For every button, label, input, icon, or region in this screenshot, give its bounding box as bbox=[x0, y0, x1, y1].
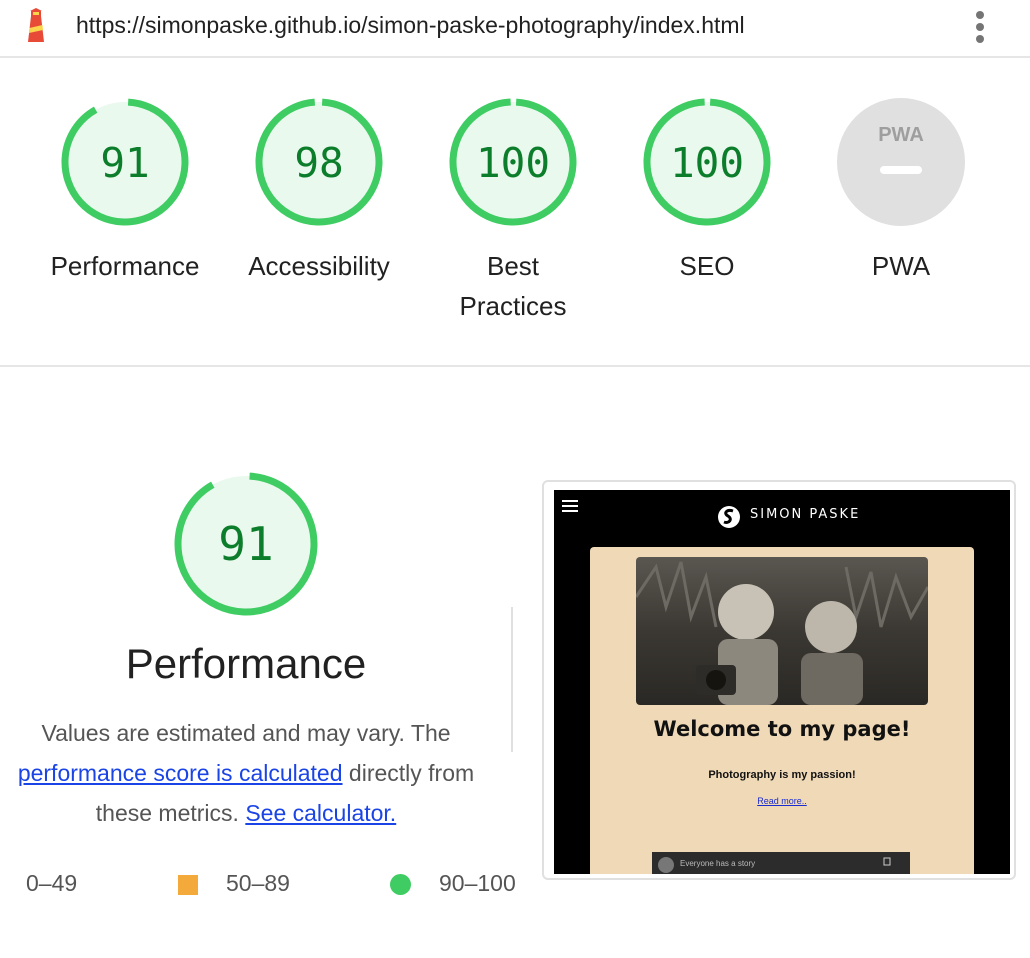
performance-description: Values are estimated and may vary. The p… bbox=[0, 713, 492, 833]
video-title: Everyone has a story bbox=[680, 859, 756, 868]
brand-logo-icon bbox=[718, 506, 740, 528]
score-label: PWA bbox=[871, 251, 931, 281]
final-screenshot[interactable]: SIMON PASKE Welcome to my page! Photogra… bbox=[542, 480, 1016, 880]
score-label: SEO bbox=[679, 251, 735, 281]
section-divider bbox=[0, 365, 1030, 367]
legend-pass: 90–100 bbox=[439, 870, 516, 896]
score-ring: 98 bbox=[255, 98, 383, 226]
score-value: 100 bbox=[670, 139, 744, 187]
average-square-icon bbox=[178, 875, 198, 895]
score-value: 100 bbox=[476, 139, 550, 187]
gauge-accessibility[interactable]: 98 Accessibility bbox=[224, 96, 414, 286]
performance-gauge-large: 91 bbox=[170, 470, 322, 618]
score-value: 91 bbox=[218, 517, 273, 571]
score-value: 98 bbox=[294, 139, 343, 187]
gauge-performance[interactable]: 91 Performance bbox=[30, 96, 220, 286]
score-value: 91 bbox=[100, 139, 149, 187]
welcome-heading: Welcome to my page! bbox=[653, 717, 911, 741]
hero-card: Welcome to my page! Photography is my pa… bbox=[590, 547, 974, 874]
legend-average: 50–89 bbox=[226, 870, 290, 896]
gauge-seo[interactable]: 100 SEO bbox=[612, 96, 802, 286]
score-ring: 100 bbox=[643, 98, 771, 226]
page-url: https://simonpaske.github.io/simon-paske… bbox=[76, 12, 745, 38]
score-ring: 91 bbox=[174, 472, 318, 616]
desc-text: Values are estimated and may vary. The bbox=[41, 720, 451, 746]
pwa-badge-text: PWA bbox=[878, 124, 924, 146]
see-calculator-link[interactable]: See calculator. bbox=[245, 800, 396, 826]
score-ring: 100 bbox=[449, 98, 577, 226]
kebab-menu-icon[interactable] bbox=[970, 8, 990, 44]
pwa-badge-icon: PWA bbox=[837, 98, 965, 226]
video-preview: Everyone has a story bbox=[652, 852, 910, 874]
brand-name: SIMON PASKE bbox=[750, 507, 861, 522]
gauge-pwa[interactable]: PWA PWA bbox=[806, 96, 996, 286]
score-ring: 91 bbox=[61, 98, 189, 226]
screenshot-image: SIMON PASKE Welcome to my page! Photogra… bbox=[554, 490, 1010, 874]
score-label: Performance bbox=[50, 251, 200, 281]
score-calculated-link[interactable]: performance score is calculated bbox=[18, 760, 343, 786]
hamburger-icon bbox=[562, 500, 578, 515]
pass-circle-icon bbox=[390, 874, 411, 895]
lighthouse-icon bbox=[28, 8, 44, 42]
passion-text: Photography is my passion! bbox=[708, 769, 856, 781]
read-more-link: Read more.. bbox=[757, 796, 807, 806]
copy-icon bbox=[883, 857, 891, 866]
address-bar: https://simonpaske.github.io/simon-paske… bbox=[0, 0, 1030, 58]
vertical-divider bbox=[511, 607, 513, 752]
performance-title: Performance bbox=[125, 640, 367, 687]
legend-fail: 0–49 bbox=[26, 870, 78, 896]
channel-avatar-icon bbox=[658, 857, 674, 873]
score-label: Accessibility bbox=[248, 251, 390, 281]
gauge-best-practices[interactable]: 100 Best Practices bbox=[418, 96, 608, 326]
score-label: Best Practices bbox=[459, 251, 567, 321]
hero-photo bbox=[636, 557, 928, 705]
